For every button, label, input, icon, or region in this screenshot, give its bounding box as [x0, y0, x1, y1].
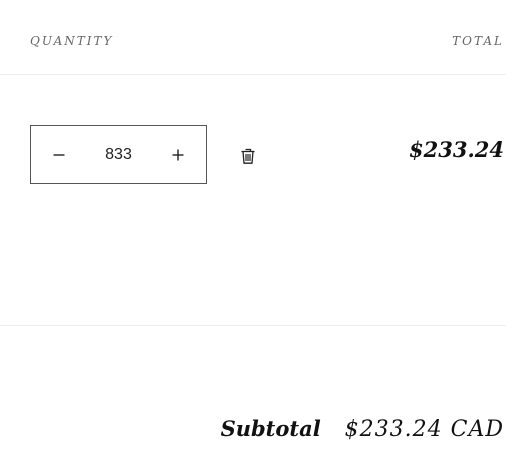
increment-button[interactable]: [150, 126, 206, 183]
subtotal-value: $233.24 CAD: [344, 417, 504, 442]
quantity-input[interactable]: [87, 145, 150, 164]
trash-icon: [241, 148, 255, 164]
plus-icon: [172, 149, 184, 160]
quantity-stepper: [30, 125, 207, 184]
cart-page: QUANTITY TOTAL $233.24 Subtotal: [0, 0, 522, 468]
total-column-header: TOTAL: [452, 34, 504, 48]
line-item-total: $233.24: [409, 137, 504, 162]
summary-divider: [0, 325, 506, 326]
subtotal-label: Subtotal: [220, 416, 321, 441]
header-divider: [0, 74, 506, 75]
subtotal-row: Subtotal $233.24 CAD: [221, 416, 504, 442]
decrement-button[interactable]: [31, 126, 87, 183]
minus-icon: [53, 153, 65, 156]
remove-item-button[interactable]: [239, 147, 257, 165]
quantity-column-header: QUANTITY: [30, 34, 114, 48]
